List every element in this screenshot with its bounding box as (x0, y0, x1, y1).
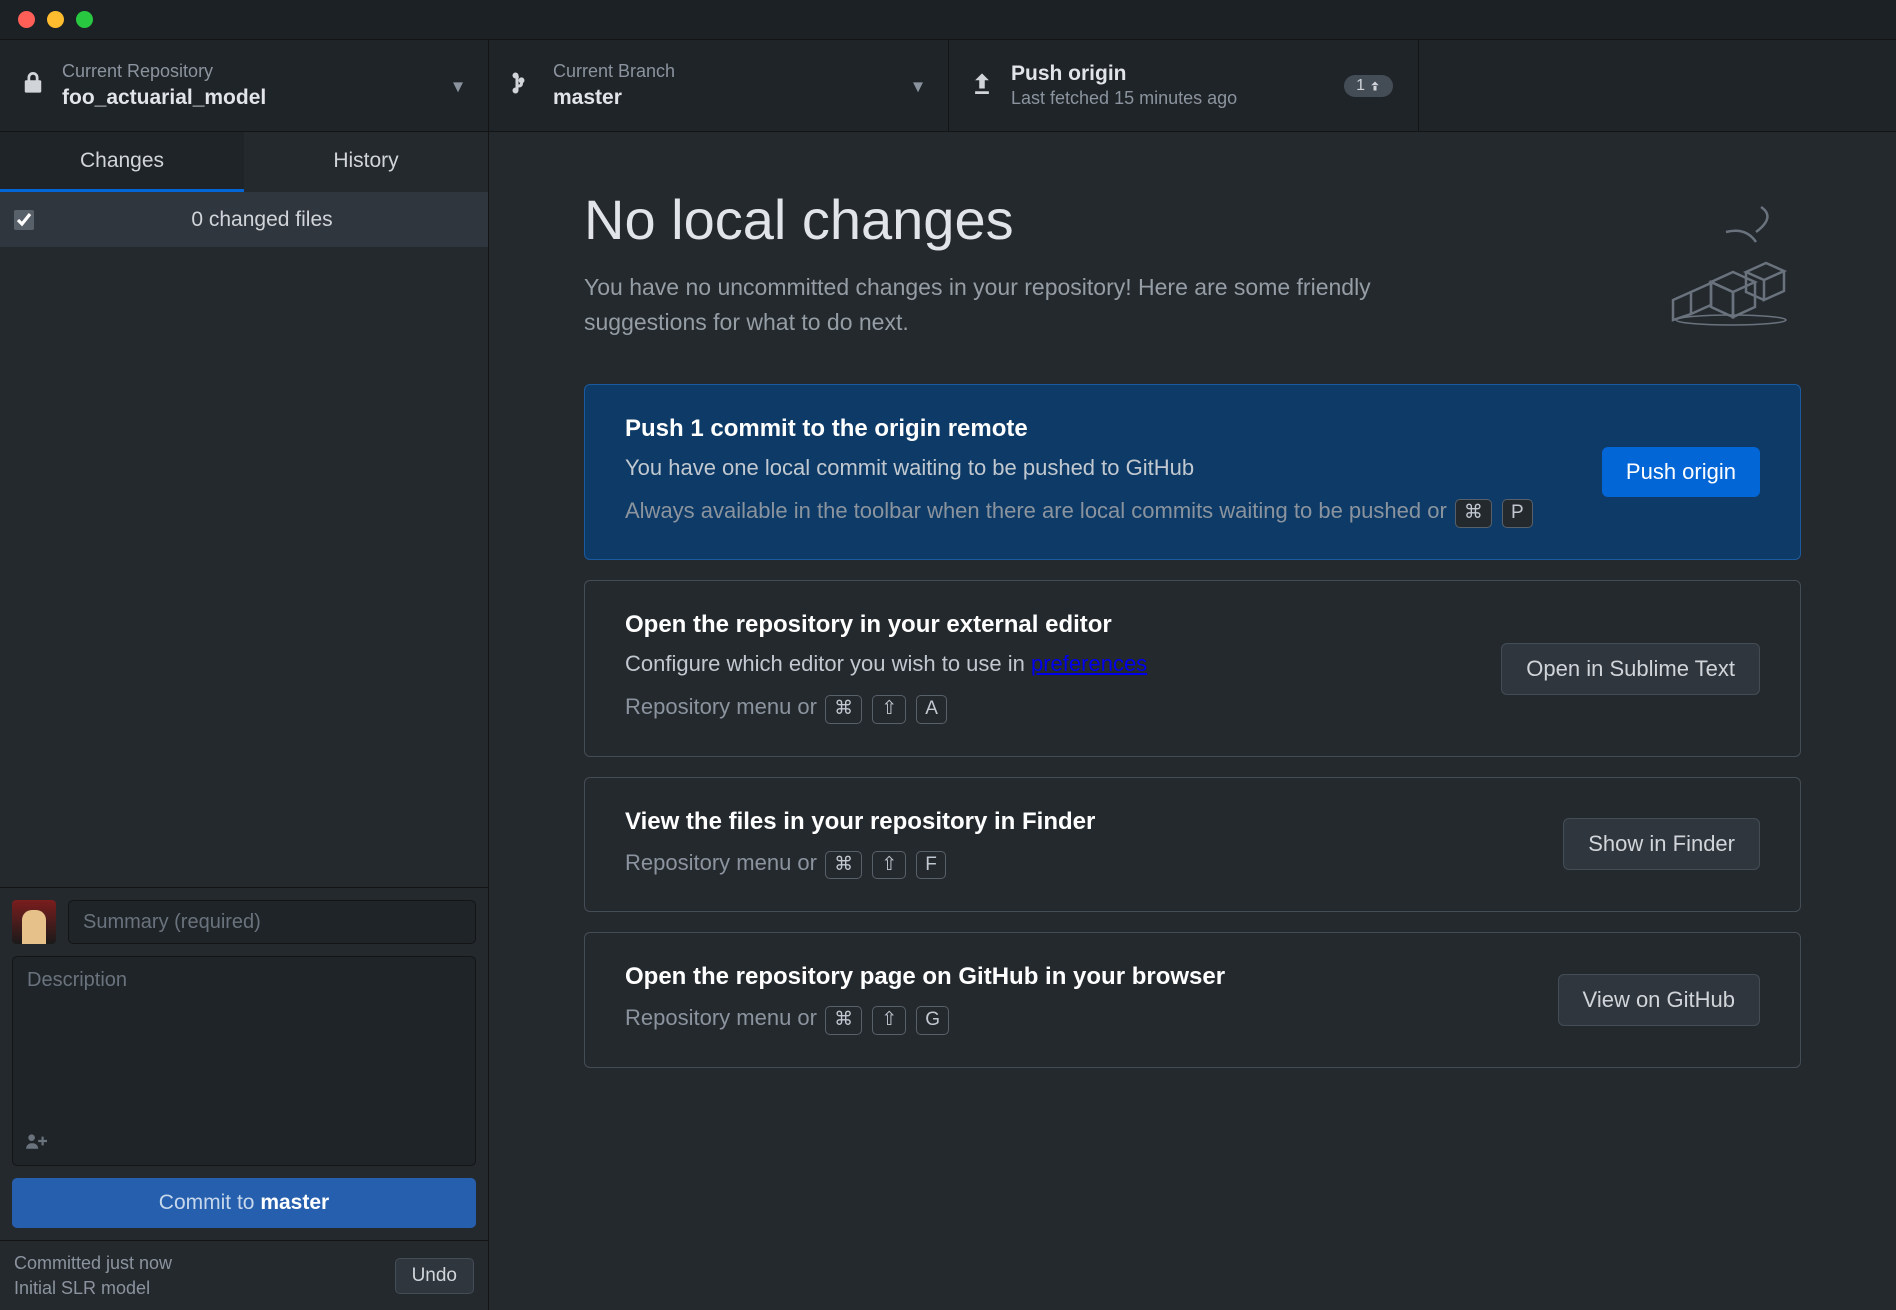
status-commit-message: Initial SLR model (14, 1276, 172, 1300)
caret-down-icon: ▾ (453, 73, 463, 98)
toolbar: Current Repository foo_actuarial_model ▾… (0, 40, 1896, 132)
card-github-title: Open the repository page on GitHub in yo… (625, 963, 1528, 991)
add-coauthor-icon[interactable] (25, 1132, 47, 1155)
tab-changes[interactable]: Changes (0, 132, 244, 192)
card-editor-hint: Repository menu or ⌘ ⇧ A (625, 688, 1471, 725)
push-up-icon (971, 72, 993, 100)
commit-summary-input[interactable] (68, 900, 476, 944)
push-subtitle: Last fetched 15 minutes ago (1011, 87, 1237, 110)
sidebar-tabs: Changes History (0, 132, 488, 192)
page-subtitle: You have no uncommitted changes in your … (584, 270, 1484, 339)
kbd-shift: ⇧ (872, 1006, 906, 1035)
kbd-p: P (1502, 499, 1533, 528)
commit-description-box (12, 956, 476, 1166)
kbd-shift: ⇧ (872, 851, 906, 880)
card-github-hint: Repository menu or ⌘ ⇧ G (625, 999, 1528, 1036)
open-editor-button[interactable]: Open in Sublime Text (1501, 643, 1760, 695)
kbd-cmd: ⌘ (825, 851, 862, 880)
select-all-checkbox[interactable] (14, 210, 34, 230)
commit-button[interactable]: Commit to master (12, 1178, 476, 1228)
sidebar: Changes History 0 changed files Comm (0, 132, 489, 1310)
card-external-editor: Open the repository in your external edi… (584, 580, 1801, 756)
window-close-button[interactable] (18, 11, 35, 28)
card-editor-desc: Configure which editor you wish to use i… (625, 647, 1471, 680)
commit-button-branch: master (260, 1191, 329, 1214)
avatar (12, 900, 56, 944)
lock-icon (22, 71, 44, 101)
kbd-shift: ⇧ (872, 695, 906, 724)
card-push-hint: Always available in the toolbar when the… (625, 492, 1572, 529)
card-finder-hint: Repository menu or ⌘ ⇧ F (625, 844, 1533, 881)
card-push: Push 1 commit to the origin remote You h… (584, 384, 1801, 560)
last-commit-status: Committed just now Initial SLR model Und… (0, 1240, 488, 1310)
current-repository-dropdown[interactable]: Current Repository foo_actuarial_model ▾ (0, 40, 489, 131)
caret-down-icon: ▾ (913, 73, 923, 98)
tab-history[interactable]: History (244, 132, 488, 192)
kbd-a: A (916, 695, 947, 724)
changed-files-count: 0 changed files (50, 208, 474, 232)
show-finder-button[interactable]: Show in Finder (1563, 818, 1760, 870)
commit-form: Commit to master (0, 887, 488, 1240)
commit-description-input[interactable] (27, 969, 461, 1153)
window-titlebar (0, 0, 1896, 40)
preferences-link[interactable]: preferences (1031, 651, 1147, 676)
card-show-finder: View the files in your repository in Fin… (584, 777, 1801, 912)
view-github-button[interactable]: View on GitHub (1558, 974, 1760, 1026)
main-content: No local changes You have no uncommitted… (489, 132, 1896, 1310)
repo-name: foo_actuarial_model (62, 84, 266, 111)
kbd-cmd: ⌘ (1455, 499, 1492, 528)
card-editor-title: Open the repository in your external edi… (625, 611, 1471, 639)
card-finder-title: View the files in your repository in Fin… (625, 808, 1533, 836)
card-view-github: Open the repository page on GitHub in yo… (584, 932, 1801, 1067)
repo-label: Current Repository (62, 60, 266, 83)
kbd-cmd: ⌘ (825, 1006, 862, 1035)
card-push-desc: You have one local commit waiting to be … (625, 451, 1572, 484)
git-branch-icon (511, 71, 535, 101)
changed-files-header: 0 changed files (0, 192, 488, 247)
push-origin-action-button[interactable]: Push origin (1602, 447, 1760, 497)
commit-button-prefix: Commit to (159, 1191, 261, 1214)
status-timestamp: Committed just now (14, 1251, 172, 1275)
branch-name: master (553, 84, 675, 111)
kbd-cmd: ⌘ (825, 695, 862, 724)
undo-button[interactable]: Undo (395, 1258, 474, 1294)
push-label: Push origin (1011, 60, 1237, 87)
kbd-f: F (916, 851, 946, 880)
window-zoom-button[interactable] (76, 11, 93, 28)
current-branch-dropdown[interactable]: Current Branch master ▾ (489, 40, 949, 131)
window-minimize-button[interactable] (47, 11, 64, 28)
push-origin-button[interactable]: Push origin Last fetched 15 minutes ago … (949, 40, 1419, 131)
branch-label: Current Branch (553, 60, 675, 83)
push-count: 1 (1356, 77, 1365, 95)
page-title: No local changes (584, 187, 1484, 252)
kbd-g: G (916, 1006, 949, 1035)
card-push-title: Push 1 commit to the origin remote (625, 415, 1572, 443)
empty-state-illustration (1651, 187, 1801, 333)
push-count-badge: 1 (1344, 75, 1393, 97)
